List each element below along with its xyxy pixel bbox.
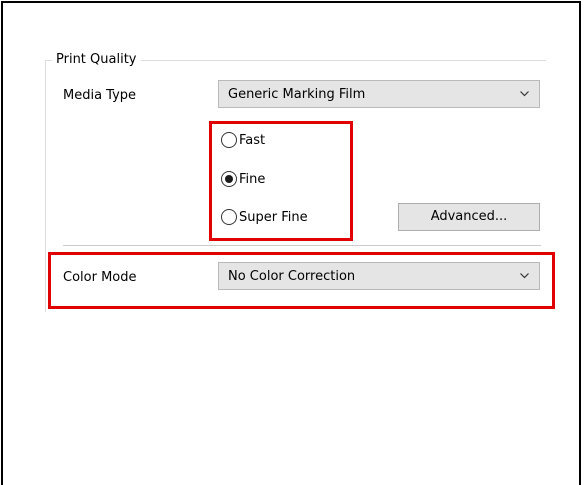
media-type-label: Media Type: [63, 88, 137, 103]
print-quality-group-title: Print Quality: [52, 51, 141, 68]
separator: [63, 245, 541, 246]
media-type-selected-value: Generic Marking Film: [228, 87, 366, 102]
highlight-color-mode: [48, 252, 555, 309]
media-type-dropdown[interactable]: Generic Marking Film: [218, 80, 540, 108]
chevron-down-icon: [520, 91, 529, 97]
advanced-button[interactable]: Advanced...: [398, 203, 540, 231]
highlight-quality-options: [209, 121, 353, 241]
